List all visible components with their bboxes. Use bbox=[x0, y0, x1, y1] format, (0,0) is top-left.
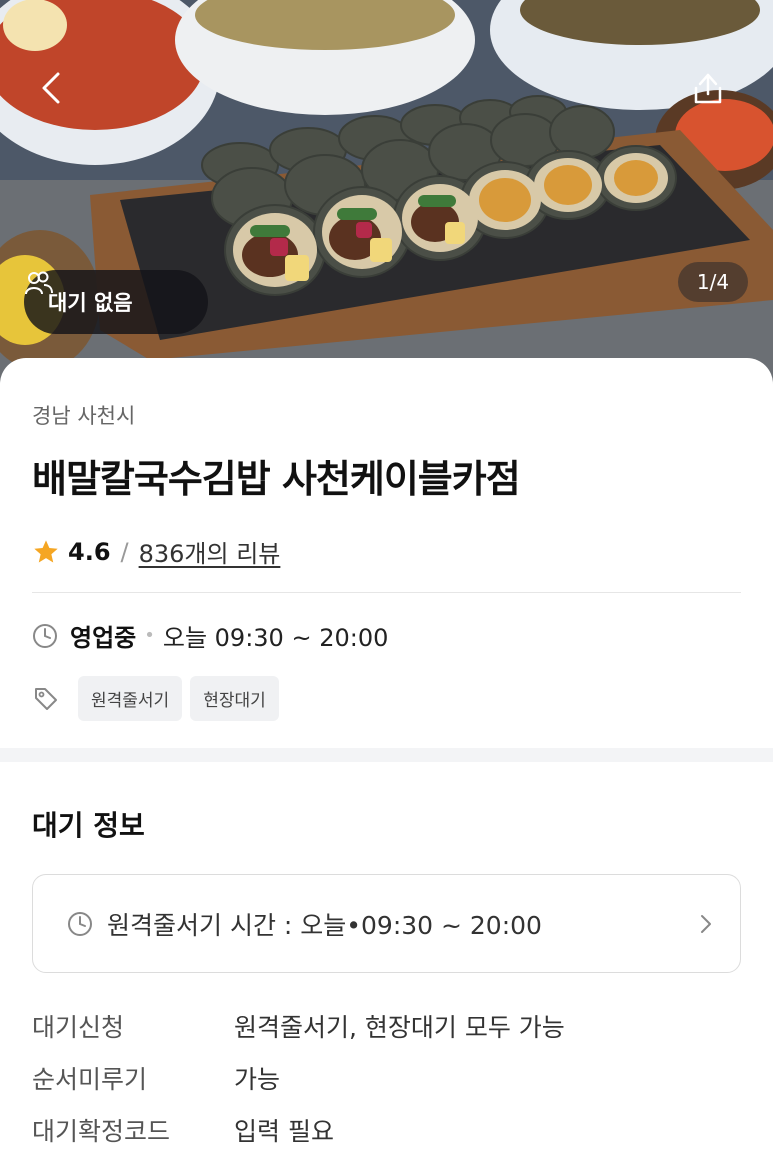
detail-value: 가능 bbox=[234, 1065, 281, 1094]
chevron-right-icon bbox=[701, 915, 711, 933]
store-region: 경남 사천시 bbox=[32, 404, 136, 428]
detail-row-postpone: 순서미루기 가능 bbox=[32, 1060, 280, 1096]
hero-photo[interactable]: 대기 없음 1/4 bbox=[0, 0, 773, 390]
tags-row: 원격줄서기 현장대기 bbox=[32, 676, 279, 721]
remote-queue-hours: 원격줄서기 시간 : 오늘•09:30 ~ 20:00 bbox=[107, 910, 542, 940]
store-name: 배말칼국수김밥 사천케이블카점 bbox=[32, 457, 521, 501]
rating-score: 4.6 bbox=[68, 537, 111, 566]
tag-icon bbox=[35, 687, 57, 710]
share-icon bbox=[694, 73, 722, 104]
store-info-card: 경남 사천시 배말칼국수김밥 사천케이블카점 4.6 / 836개의 리뷰 영업… bbox=[0, 358, 773, 748]
wait-info-title: 대기 정보 bbox=[32, 809, 145, 842]
tag-onsite-wait: 현장대기 bbox=[190, 676, 279, 721]
wait-status-text: 대기 없음 bbox=[48, 291, 133, 315]
detail-key: 순서미루기 bbox=[32, 1065, 148, 1094]
hours-row: 영업중 • 오늘 09:30 ~ 20:00 bbox=[32, 618, 388, 653]
share-button[interactable] bbox=[686, 66, 730, 110]
remote-queue-hours-button[interactable]: 원격줄서기 시간 : 오늘•09:30 ~ 20:00 bbox=[32, 874, 741, 973]
detail-key: 대기신청 bbox=[32, 1013, 125, 1042]
back-button[interactable] bbox=[30, 66, 74, 110]
detail-row-confirm-code: 대기확정코드 입력 필요 bbox=[32, 1112, 334, 1148]
clock-icon bbox=[33, 623, 57, 648]
chevron-left-icon bbox=[42, 72, 60, 104]
section-divider bbox=[0, 748, 773, 762]
open-status: 영업중 bbox=[70, 624, 137, 652]
detail-value: 입력 필요 bbox=[234, 1117, 334, 1146]
photo-counter: 1/4 bbox=[678, 262, 748, 302]
tag-remote-queue: 원격줄서기 bbox=[78, 676, 183, 721]
review-count-link[interactable]: 836개의 리뷰 bbox=[139, 534, 281, 569]
rating-row: 4.6 / 836개의 리뷰 bbox=[32, 534, 280, 569]
detail-row-apply: 대기신청 원격줄서기, 현장대기 모두 가능 bbox=[32, 1008, 565, 1044]
rating-separator: / bbox=[120, 537, 129, 566]
wait-status-badge: 대기 없음 bbox=[24, 270, 208, 334]
business-hours: 오늘 09:30 ~ 20:00 bbox=[162, 624, 389, 652]
people-icon bbox=[25, 271, 53, 295]
detail-key: 대기확정코드 bbox=[32, 1117, 171, 1146]
star-icon bbox=[34, 539, 58, 562]
clock-icon bbox=[68, 911, 92, 936]
divider bbox=[32, 592, 741, 593]
separator-dot: • bbox=[144, 625, 155, 646]
detail-value: 원격줄서기, 현장대기 모두 가능 bbox=[234, 1013, 565, 1042]
